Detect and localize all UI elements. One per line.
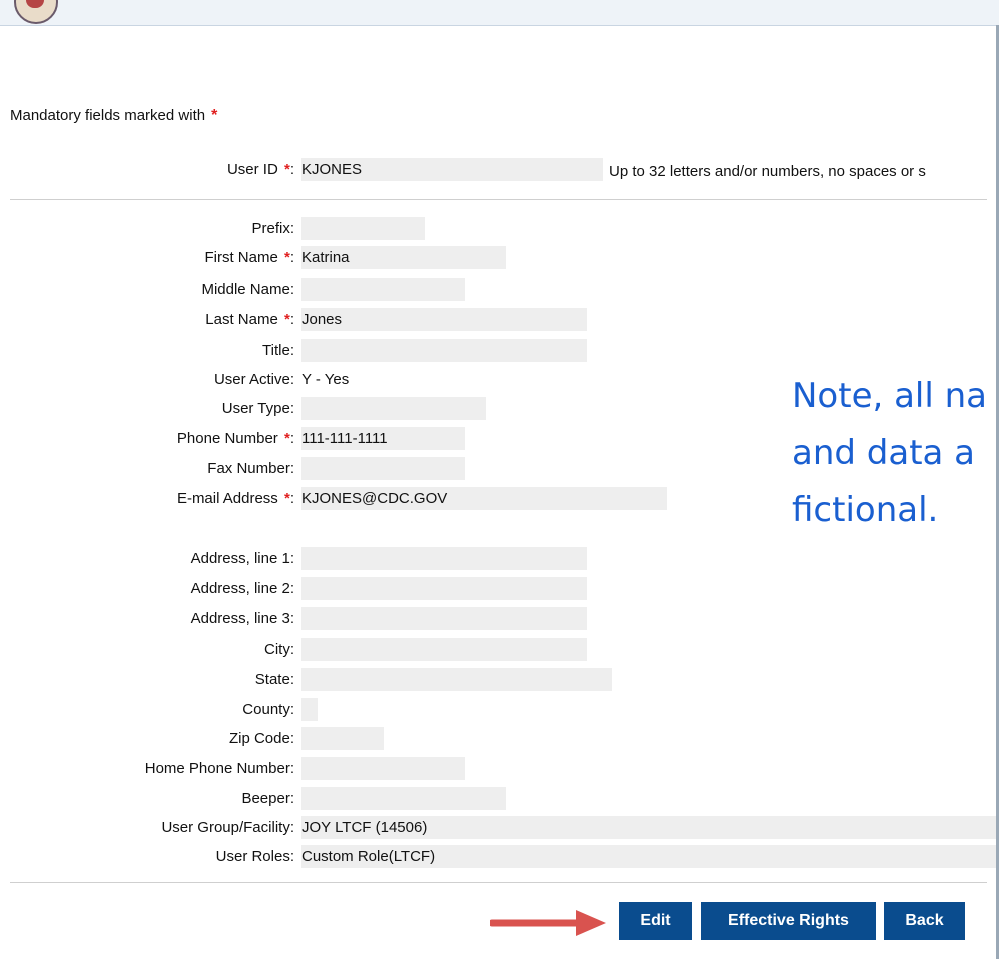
first-name-label: First Name *:: [204, 249, 294, 266]
phone-field: 111-111-1111: [301, 427, 465, 450]
user-roles-field: Custom Role(LTCF): [301, 845, 996, 868]
middle-name-field: [301, 278, 465, 301]
zip-label: Zip Code:: [228, 730, 294, 747]
email-label: E-mail Address *:: [176, 490, 294, 507]
user-active-label: User Active:: [213, 371, 294, 388]
zip-field: [301, 727, 384, 750]
county-field: [301, 698, 318, 721]
address2-field: [301, 577, 587, 600]
required-star: *: [283, 490, 290, 507]
address3-field: [301, 607, 587, 630]
back-button[interactable]: Back: [884, 902, 965, 940]
last-name-field: Jones: [301, 308, 587, 331]
mandatory-note: Mandatory fields marked with *: [10, 107, 217, 125]
arrow-right-icon: [488, 906, 610, 940]
logo-icon: [14, 0, 58, 24]
note-line-3: fictional.: [792, 490, 939, 530]
divider-bottom: [10, 882, 987, 883]
email-field: KJONES@CDC.GOV: [301, 487, 667, 510]
first-name-field: Katrina: [301, 246, 506, 269]
user-group-field: JOY LTCF (14506): [301, 816, 996, 839]
divider-top: [10, 199, 987, 200]
user-id-hint: Up to 32 letters and/or numbers, no spac…: [609, 163, 926, 180]
mandatory-text: Mandatory fields marked with: [10, 107, 206, 124]
fax-label: Fax Number:: [207, 460, 294, 477]
address2-label: Address, line 2:: [190, 580, 294, 597]
fax-field: [301, 457, 465, 480]
required-star: *: [283, 161, 290, 178]
user-id-label: User ID *:: [226, 161, 294, 178]
required-star: *: [211, 107, 218, 124]
city-label: City:: [264, 641, 294, 658]
user-active-value: Y - Yes: [302, 371, 350, 388]
edit-button[interactable]: Edit: [619, 902, 692, 940]
middle-name-label: Middle Name:: [201, 281, 294, 298]
beeper-field: [301, 787, 506, 810]
last-name-label: Last Name *:: [205, 311, 294, 328]
note-line-1: Note, all na: [792, 376, 988, 416]
effective-rights-button[interactable]: Effective Rights: [701, 902, 876, 940]
title-field: [301, 339, 587, 362]
county-label: County:: [242, 701, 294, 718]
note-line-2: and data a: [792, 433, 975, 473]
state-field: [301, 668, 612, 691]
user-type-label: User Type:: [221, 400, 294, 417]
required-star: *: [283, 249, 290, 266]
state-label: State:: [254, 671, 294, 688]
home-phone-label: Home Phone Number:: [144, 760, 294, 777]
user-id-field: KJONES: [301, 158, 603, 181]
address1-field: [301, 547, 587, 570]
required-star: *: [283, 311, 290, 328]
user-roles-label: User Roles:: [215, 848, 294, 865]
phone-label: Phone Number *:: [176, 430, 294, 447]
prefix-field: [301, 217, 425, 240]
top-header-bar: [0, 0, 999, 26]
address3-label: Address, line 3:: [190, 610, 294, 627]
required-star: *: [283, 430, 290, 447]
title-label: Title:: [262, 342, 294, 359]
user-group-label: User Group/Facility:: [161, 819, 294, 836]
fictional-note: Note, all na and data a fictional.: [792, 368, 987, 539]
beeper-label: Beeper:: [241, 790, 294, 807]
home-phone-field: [301, 757, 465, 780]
prefix-label: Prefix:: [251, 220, 294, 237]
address1-label: Address, line 1:: [190, 550, 294, 567]
user-type-field: [301, 397, 486, 420]
city-field: [301, 638, 587, 661]
